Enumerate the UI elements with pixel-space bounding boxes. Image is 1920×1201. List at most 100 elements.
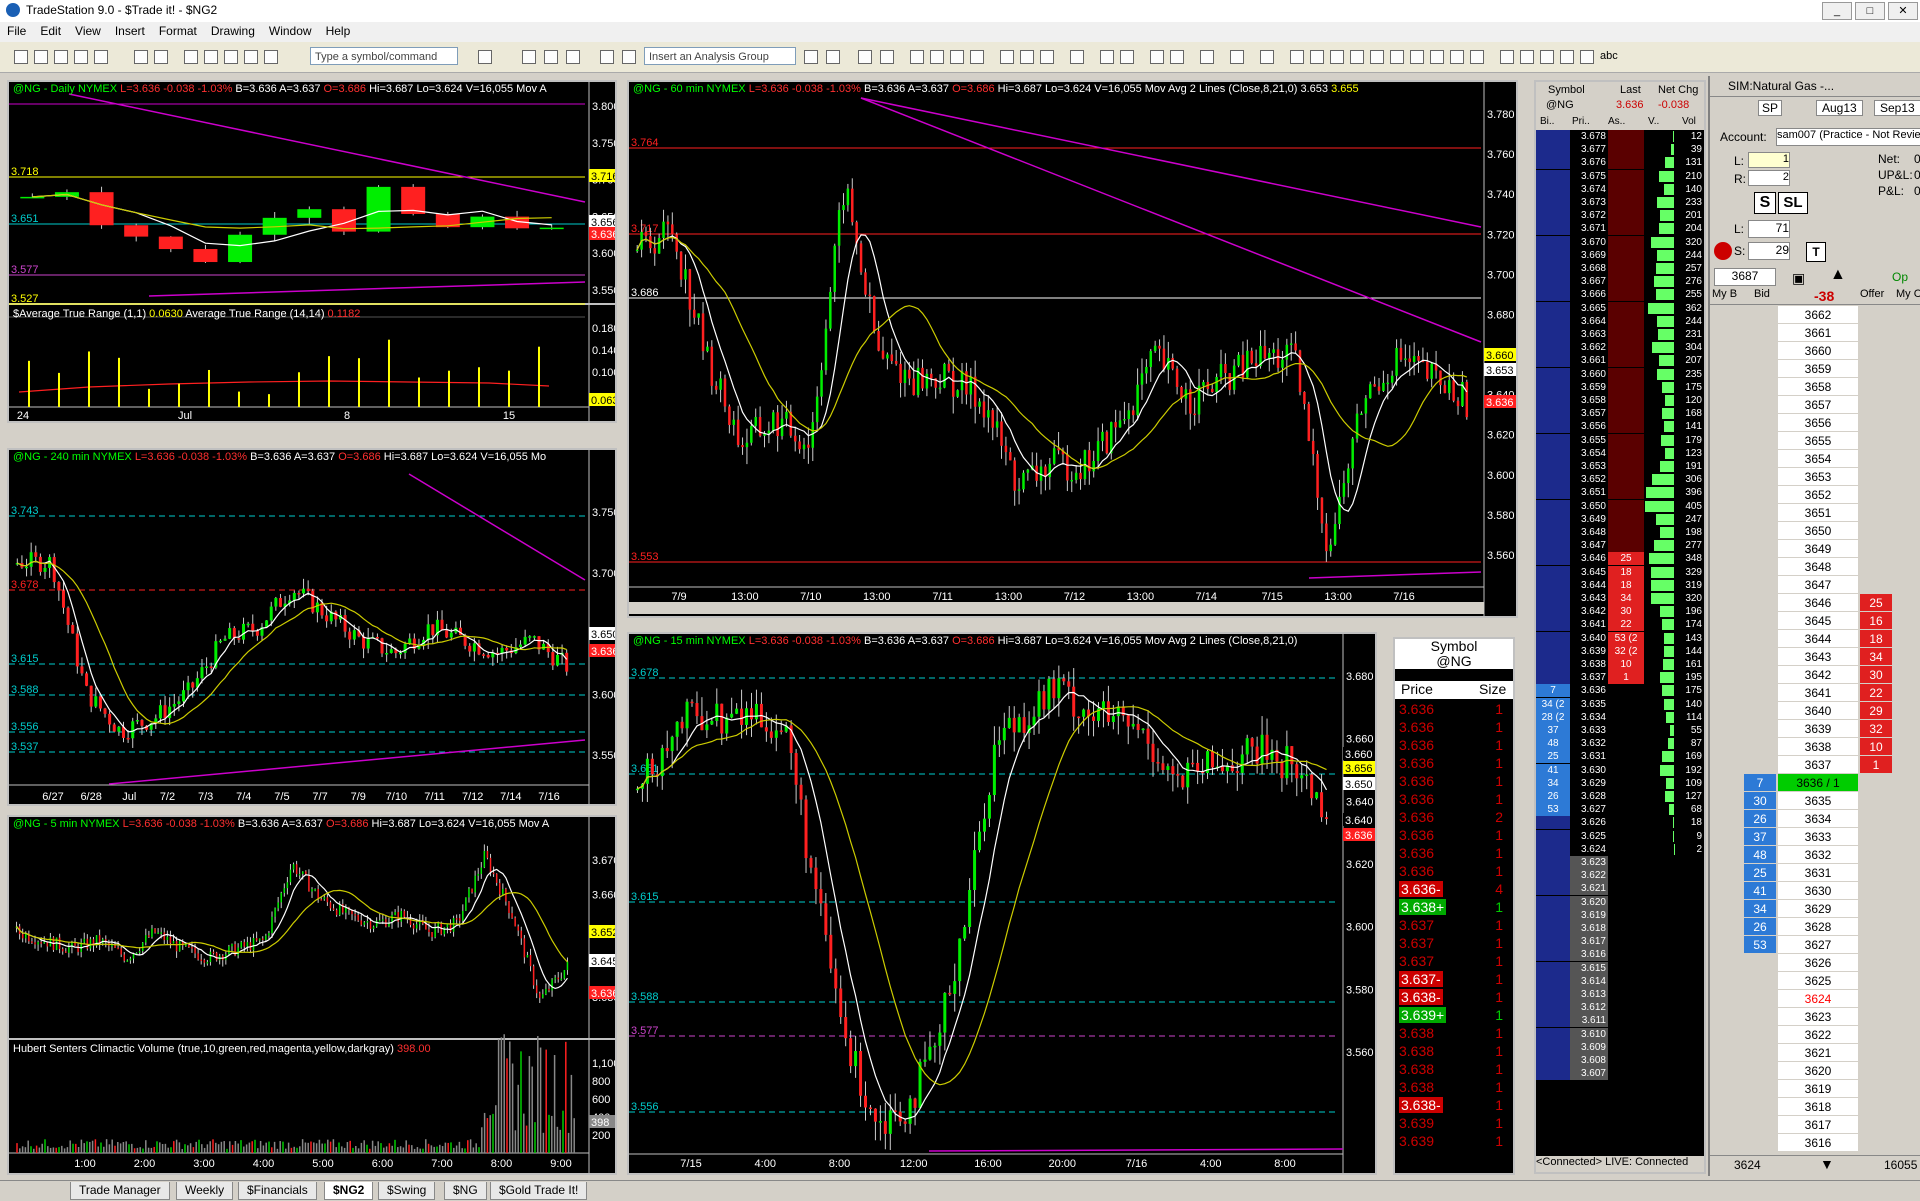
ladder-row[interactable]: 3651	[1710, 504, 1920, 522]
minimize-button[interactable]: _	[1822, 2, 1852, 20]
ladder-price[interactable]: 3617	[1778, 1116, 1858, 1133]
ladder-row[interactable]: 3625	[1710, 972, 1920, 990]
ladder-bid[interactable]	[1744, 954, 1776, 971]
daily-chart[interactable]: 3.7183.6513.5773.5273.8003.7503.7003.650…	[7, 80, 617, 423]
ladder-row[interactable]: 3618	[1710, 1098, 1920, 1116]
expand-icon[interactable]	[1260, 50, 1274, 64]
ladder-row[interactable]: 303635	[1710, 792, 1920, 810]
matrix-month1[interactable]: Aug13	[1816, 100, 1863, 116]
volume-chart-icon[interactable]	[970, 50, 984, 64]
ladder-price[interactable]: 3626	[1778, 954, 1858, 971]
ladder-row[interactable]: 533627	[1710, 936, 1920, 954]
ladder-row[interactable]: 3656	[1710, 414, 1920, 432]
5min-chart[interactable]: 3.6703.6603.6503.6403.6301,1008006004002…	[7, 815, 617, 1175]
down-arrow-icon[interactable]	[1520, 50, 1534, 64]
ladder-bid[interactable]	[1744, 1026, 1776, 1043]
open-orders-label[interactable]: Op	[1892, 270, 1908, 284]
menu-window[interactable]: Window	[262, 22, 319, 40]
ladder-row[interactable]: 3626	[1710, 954, 1920, 972]
ladder-offer[interactable]	[1860, 1008, 1892, 1025]
ladder-row[interactable]: 3658	[1710, 378, 1920, 396]
ladder-row[interactable]: 36371	[1710, 756, 1920, 774]
menu-file[interactable]: File	[0, 22, 33, 40]
menu-insert[interactable]: Insert	[108, 22, 152, 40]
ladder-offer[interactable]	[1860, 1134, 1892, 1151]
indicator-icon[interactable]	[600, 50, 614, 64]
ladder-price[interactable]: 3630	[1778, 882, 1858, 899]
radar-col-last[interactable]: Last	[1620, 84, 1641, 96]
ladder-price[interactable]: 3662	[1778, 306, 1858, 323]
ladder-offer[interactable]: 18	[1860, 630, 1892, 647]
horizontal-arrow-icon[interactable]	[1390, 50, 1404, 64]
ladder-bid[interactable]	[1744, 558, 1776, 575]
ladder-price[interactable]: 3655	[1778, 432, 1858, 449]
ladder-bid[interactable]: 41	[1744, 882, 1776, 899]
ts-symbol[interactable]: @NG	[1395, 654, 1513, 669]
ladder-price[interactable]: 3644	[1778, 630, 1858, 647]
ladder-bid[interactable]: 26	[1744, 810, 1776, 827]
ladder-price[interactable]: 3627	[1778, 936, 1858, 953]
ts-col-price[interactable]: Price	[1401, 681, 1433, 697]
ladder-bid[interactable]	[1744, 1098, 1776, 1115]
ladder-offer[interactable]	[1860, 324, 1892, 341]
open-icon[interactable]	[34, 50, 48, 64]
ladder-bid[interactable]: 25	[1744, 864, 1776, 881]
ladder-row[interactable]: 413630	[1710, 882, 1920, 900]
symbol-lookup-icon[interactable]	[478, 50, 492, 64]
ladder-price[interactable]: 3640	[1778, 702, 1858, 719]
240min-chart-canvas[interactable]: 3.7433.6783.6153.5883.5563.5373.7503.700…	[9, 450, 615, 804]
ladder-price[interactable]: 3618	[1778, 1098, 1858, 1115]
ladder-price[interactable]: 3628	[1778, 918, 1858, 935]
pitchfork-icon[interactable]	[1310, 50, 1324, 64]
ladder-bid[interactable]	[1744, 414, 1776, 431]
speed-line-icon[interactable]	[1450, 50, 1464, 64]
ladder-price[interactable]: 3646	[1778, 594, 1858, 611]
ladder-row[interactable]: 364418	[1710, 630, 1920, 648]
save-all-icon[interactable]	[74, 50, 88, 64]
color-icon[interactable]	[1070, 50, 1084, 64]
ladder-offer[interactable]	[1860, 810, 1892, 827]
pen-icon[interactable]	[1470, 50, 1484, 64]
ladder-offer[interactable]	[1860, 558, 1892, 575]
ladder-bid[interactable]	[1744, 1044, 1776, 1061]
ladder-offer[interactable]	[1860, 1044, 1892, 1061]
ladder-offer[interactable]: 22	[1860, 684, 1892, 701]
ladder-bid[interactable]	[1744, 738, 1776, 755]
data-window-icon[interactable]	[1230, 50, 1244, 64]
ladder-bid[interactable]	[1744, 576, 1776, 593]
ladder-offer[interactable]: 30	[1860, 666, 1892, 683]
ladder-row[interactable]: 364516	[1710, 612, 1920, 630]
ladder-offer[interactable]	[1860, 306, 1892, 323]
select-icon[interactable]	[1170, 50, 1184, 64]
ladder-price[interactable]: 3642	[1778, 666, 1858, 683]
ladder-offer[interactable]	[1860, 1098, 1892, 1115]
ladder-offer[interactable]	[1860, 540, 1892, 557]
ladder-price[interactable]: 3620	[1778, 1062, 1858, 1079]
gann-icon[interactable]	[1430, 50, 1444, 64]
ladder-offer[interactable]	[1860, 954, 1892, 971]
arc-icon[interactable]	[1370, 50, 1384, 64]
ladder-bid[interactable]	[1744, 342, 1776, 359]
ladder-offer[interactable]	[1860, 342, 1892, 359]
ladder-price[interactable]: 3616	[1778, 1134, 1858, 1151]
ladder-bid[interactable]	[1744, 1008, 1776, 1025]
ladder-row[interactable]: 3657	[1710, 396, 1920, 414]
ladder-bid[interactable]	[1744, 504, 1776, 521]
ladder-offer[interactable]: 29	[1860, 702, 1892, 719]
tools-icon[interactable]	[1200, 50, 1214, 64]
ladder-price[interactable]: 3639	[1778, 720, 1858, 737]
ladder-row[interactable]: 263628	[1710, 918, 1920, 936]
ellipse-icon[interactable]	[1580, 50, 1594, 64]
ladder-price[interactable]: 3638	[1778, 738, 1858, 755]
window-icon[interactable]	[184, 50, 198, 64]
ladder-price[interactable]: 3649	[1778, 540, 1858, 557]
ladder-row[interactable]: 364334	[1710, 648, 1920, 666]
ladder-bid[interactable]	[1744, 612, 1776, 629]
ladder-row[interactable]: 364625	[1710, 594, 1920, 612]
ts-col-size[interactable]: Size	[1479, 681, 1506, 697]
ladder-offer[interactable]	[1860, 468, 1892, 485]
maximize-button[interactable]: □	[1855, 2, 1885, 20]
cancel-all-icon[interactable]	[1714, 242, 1732, 260]
scroll-down-icon[interactable]: ▼	[1820, 1156, 1834, 1172]
ladder-price[interactable]: 3645	[1778, 612, 1858, 629]
